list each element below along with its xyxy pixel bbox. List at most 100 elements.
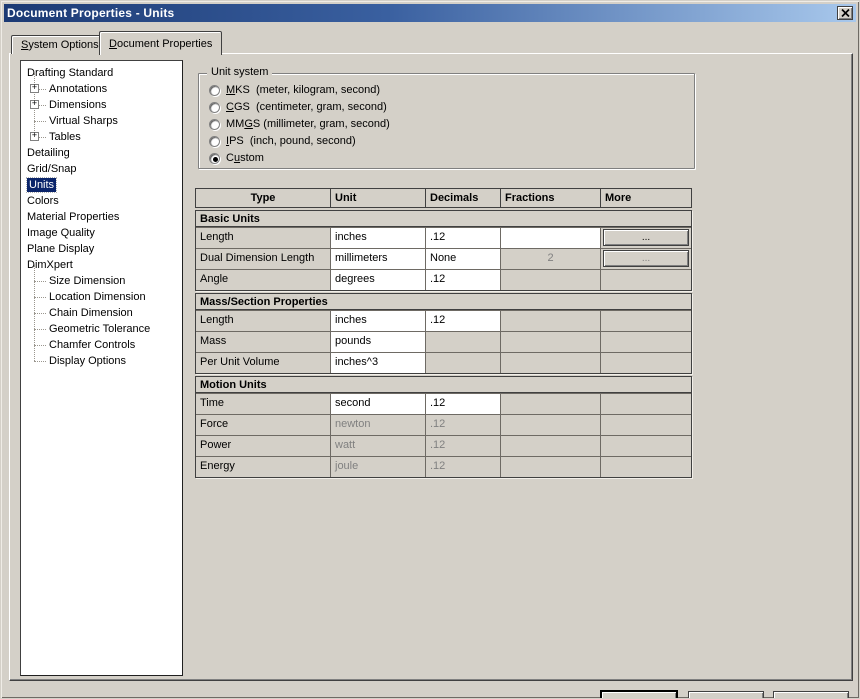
decimals-cell[interactable]: .12 <box>426 270 501 290</box>
fractions-cell <box>501 332 601 352</box>
tree-item-image-quality[interactable]: Image Quality <box>21 225 182 241</box>
unit-cell: newton <box>331 415 426 435</box>
decimals-cell <box>426 332 501 352</box>
more-cell <box>601 394 691 414</box>
tab-system-options[interactable]: System Options <box>11 35 109 54</box>
tree-item-annotations[interactable]: + Annotations <box>21 73 182 97</box>
units-table: Type Unit Decimals Fractions More Basic … <box>195 188 692 478</box>
radio-mmgs[interactable]: MMGS (millimeter, gram, second) <box>209 117 390 131</box>
decimals-cell: .12 <box>426 415 501 435</box>
section-title: Mass/Section Properties <box>196 294 691 310</box>
header-decimals: Decimals <box>426 189 501 207</box>
fractions-cell <box>501 415 601 435</box>
tree-item-virtual-sharps[interactable]: Virtual Sharps <box>21 105 182 129</box>
header-unit: Unit <box>331 189 426 207</box>
fractions-cell <box>501 270 601 290</box>
expand-plus-icon[interactable]: + <box>30 100 39 109</box>
tree-item-grid-snap[interactable]: Grid/Snap <box>21 161 182 177</box>
unit-cell[interactable]: inches^3 <box>331 353 426 373</box>
fractions-cell[interactable] <box>501 228 601 248</box>
tree-item-units[interactable]: Units <box>21 177 182 193</box>
row-power: Power watt .12 <box>196 435 691 456</box>
type-cell: Length <box>196 311 331 331</box>
fractions-cell: 2 <box>501 249 601 269</box>
row-length-mass: Length inches .12 <box>196 310 691 331</box>
tree-item-dimxpert[interactable]: DimXpert <box>21 257 182 273</box>
close-icon <box>840 9 850 17</box>
type-cell: Per Unit Volume <box>196 353 331 373</box>
tree-item-dimensions[interactable]: + Dimensions <box>21 89 182 113</box>
radio-icon[interactable] <box>209 118 220 130</box>
more-button[interactable]: ... <box>603 229 689 246</box>
tree-item-plane-display[interactable]: Plane Display <box>21 241 182 257</box>
fractions-cell <box>501 394 601 414</box>
unit-cell: watt <box>331 436 426 456</box>
unit-system-groupbox: Unit system MKS (meter, kilogram, second… <box>198 66 695 169</box>
type-cell: Power <box>196 436 331 456</box>
tree-item-drafting-standard[interactable]: Drafting Standard <box>21 65 182 81</box>
unit-cell[interactable]: pounds <box>331 332 426 352</box>
more-button-disabled: ... <box>603 250 689 267</box>
unit-cell[interactable]: degrees <box>331 270 426 290</box>
tree-item-geometric-tolerance[interactable]: Geometric Tolerance <box>21 313 182 337</box>
fractions-cell <box>501 311 601 331</box>
unit-cell[interactable]: inches <box>331 311 426 331</box>
unit-cell[interactable]: second <box>331 394 426 414</box>
more-cell <box>601 332 691 352</box>
section-title: Basic Units <box>196 211 691 227</box>
decimals-cell <box>426 353 501 373</box>
radio-icon[interactable] <box>209 101 220 113</box>
decimals-cell[interactable]: .12 <box>426 228 501 248</box>
type-cell: Mass <box>196 332 331 352</box>
decimals-cell[interactable]: .12 <box>426 311 501 331</box>
radio-icon[interactable] <box>209 135 220 147</box>
bottom-button-default[interactable] <box>601 691 677 698</box>
bottom-button-2[interactable] <box>688 691 764 698</box>
radio-selected-icon[interactable] <box>209 152 220 164</box>
section-mass-section-properties: Mass/Section Properties Length inches .1… <box>195 293 692 374</box>
tree-item-tables[interactable]: + Tables <box>21 121 182 145</box>
table-header-row: Type Unit Decimals Fractions More <box>195 188 692 208</box>
type-cell: Dual Dimension Length <box>196 249 331 269</box>
decimals-cell: .12 <box>426 436 501 456</box>
tab-page: Drafting Standard + Annotations + Dimensio… <box>9 53 853 681</box>
tree-item-chain-dimension[interactable]: Chain Dimension <box>21 297 182 321</box>
close-button[interactable] <box>837 6 853 20</box>
section-title: Motion Units <box>196 377 691 393</box>
decimals-cell[interactable]: None <box>426 249 501 269</box>
radio-cgs[interactable]: CGS (centimeter, gram, second) <box>209 100 387 114</box>
radio-mks[interactable]: MKS (meter, kilogram, second) <box>209 83 380 97</box>
tree-item-chamfer-controls[interactable]: Chamfer Controls <box>21 329 182 353</box>
tree-item-colors[interactable]: Colors <box>21 193 182 209</box>
fractions-cell <box>501 353 601 373</box>
tree-item-display-options[interactable]: Display Options <box>21 345 182 369</box>
row-per-unit-volume: Per Unit Volume inches^3 <box>196 352 691 373</box>
expand-plus-icon[interactable]: + <box>30 132 39 141</box>
document-properties-dialog: Document Properties - Units System Optio… <box>0 0 860 699</box>
tab-document-properties[interactable]: Document Properties <box>99 31 223 55</box>
type-cell: Length <box>196 228 331 248</box>
radio-ips[interactable]: IPS (inch, pound, second) <box>209 134 356 148</box>
tree-item-location-dimension[interactable]: Location Dimension <box>21 281 182 305</box>
unit-cell: joule <box>331 457 426 477</box>
bottom-button-3[interactable] <box>773 691 849 698</box>
radio-icon[interactable] <box>209 84 220 96</box>
tree-item-material-properties[interactable]: Material Properties <box>21 209 182 225</box>
decimals-cell[interactable]: .12 <box>426 394 501 414</box>
unit-cell[interactable]: millimeters <box>331 249 426 269</box>
more-cell: ... <box>601 249 691 269</box>
selected-tree-label: Units <box>25 177 58 193</box>
tree-item-detailing[interactable]: Detailing <box>21 145 182 161</box>
unit-cell[interactable]: inches <box>331 228 426 248</box>
window-title: Document Properties - Units <box>7 6 175 20</box>
type-cell: Time <box>196 394 331 414</box>
radio-custom[interactable]: Custom <box>209 151 264 165</box>
more-cell <box>601 270 691 290</box>
more-cell <box>601 457 691 477</box>
unit-system-legend: Unit system <box>207 66 273 78</box>
tree-item-size-dimension[interactable]: Size Dimension <box>21 265 182 289</box>
expand-plus-icon[interactable]: + <box>30 84 39 93</box>
more-cell <box>601 436 691 456</box>
fractions-cell <box>501 436 601 456</box>
title-bar: Document Properties - Units <box>4 4 856 22</box>
